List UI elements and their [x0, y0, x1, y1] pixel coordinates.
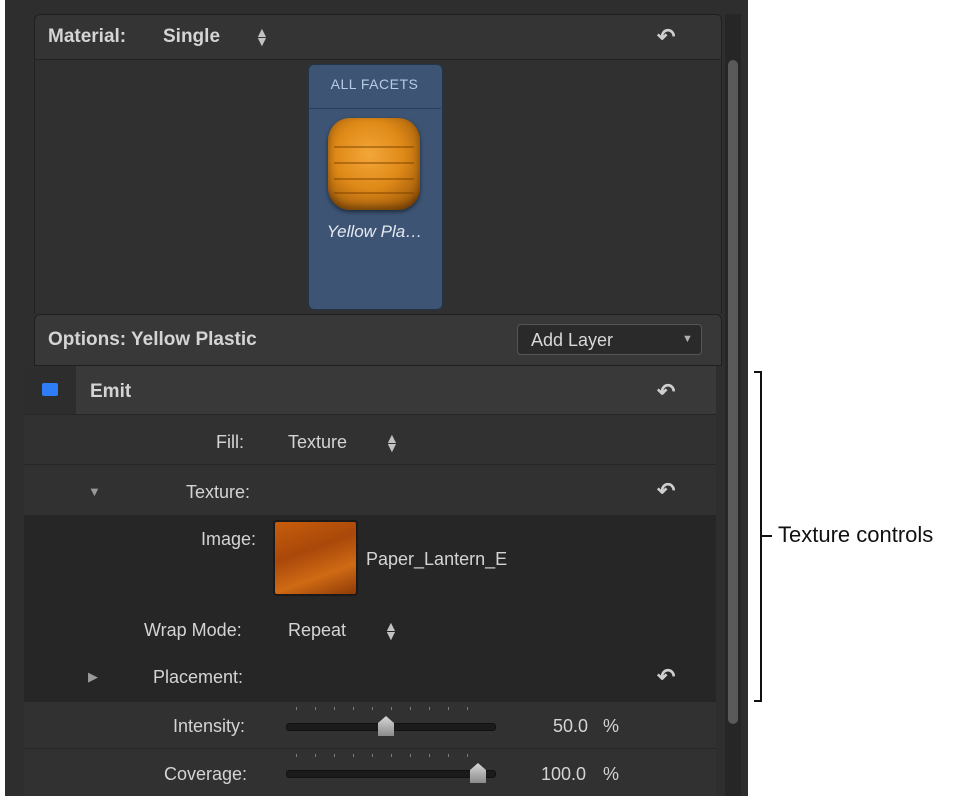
callout-tick [762, 535, 772, 537]
image-filename: Paper_Lantern_E [366, 549, 508, 569]
wrap-mode-label: Wrap Mode: [144, 620, 242, 640]
material-label: Material: [48, 26, 127, 47]
scrollbar-thumb[interactable] [728, 60, 738, 724]
placement-label: Placement: [153, 667, 244, 687]
coverage-ticks [296, 754, 486, 757]
disclosure-triangle-down-icon[interactable]: ▼ [88, 484, 101, 499]
intensity-ticks [296, 707, 486, 710]
facet-title: ALL FACETS [330, 76, 419, 92]
placement-revert-icon[interactable]: ↶ [657, 664, 675, 690]
callout-label: Texture controls [778, 522, 934, 547]
emit-enable-checkbox[interactable] [42, 383, 58, 396]
image-label: Image: [201, 529, 257, 549]
texture-revert-icon[interactable]: ↶ [657, 478, 675, 504]
texture-label: Texture: [186, 482, 251, 502]
material-thumbnail[interactable] [328, 118, 420, 210]
intensity-label: Intensity: [173, 716, 246, 736]
emit-label: Emit [90, 381, 132, 402]
options-label: Options: Yellow Plastic [48, 329, 257, 350]
material-header [34, 14, 722, 61]
coverage-label: Coverage: [164, 764, 248, 784]
dropdown-arrow-icon: ▼ [682, 333, 693, 345]
fill-label: Fill: [216, 432, 244, 452]
disclosure-triangle-right-icon[interactable]: ▶ [88, 669, 98, 685]
fill-row [24, 415, 716, 464]
updown-arrows-icon[interactable]: ▲ ▼ [384, 619, 398, 642]
updown-arrows-icon[interactable]: ▲ ▼ [255, 25, 269, 48]
wrap-mode-select[interactable]: Repeat [288, 620, 346, 641]
material-select[interactable]: Single [163, 26, 220, 48]
fill-select[interactable]: Texture [288, 432, 347, 453]
coverage-value[interactable]: 100.0 [541, 764, 586, 785]
texture-subsection [24, 515, 716, 701]
texture-row [24, 465, 716, 515]
facet-material-name: Yellow Pla… [326, 222, 423, 241]
coverage-slider-track[interactable] [286, 770, 496, 778]
add-layer-button[interactable]: Add Layer ▼ [517, 324, 702, 355]
emit-revert-icon[interactable]: ↶ [657, 379, 675, 405]
texture-image-well[interactable] [273, 520, 358, 596]
add-layer-label: Add Layer [531, 330, 614, 350]
material-revert-icon[interactable]: ↶ [657, 24, 675, 50]
updown-arrows-icon[interactable]: ▲ ▼ [385, 431, 399, 454]
callout-bracket [754, 371, 762, 702]
intensity-unit: % [603, 716, 620, 736]
coverage-unit: % [603, 764, 620, 784]
intensity-value[interactable]: 50.0 [553, 716, 588, 737]
